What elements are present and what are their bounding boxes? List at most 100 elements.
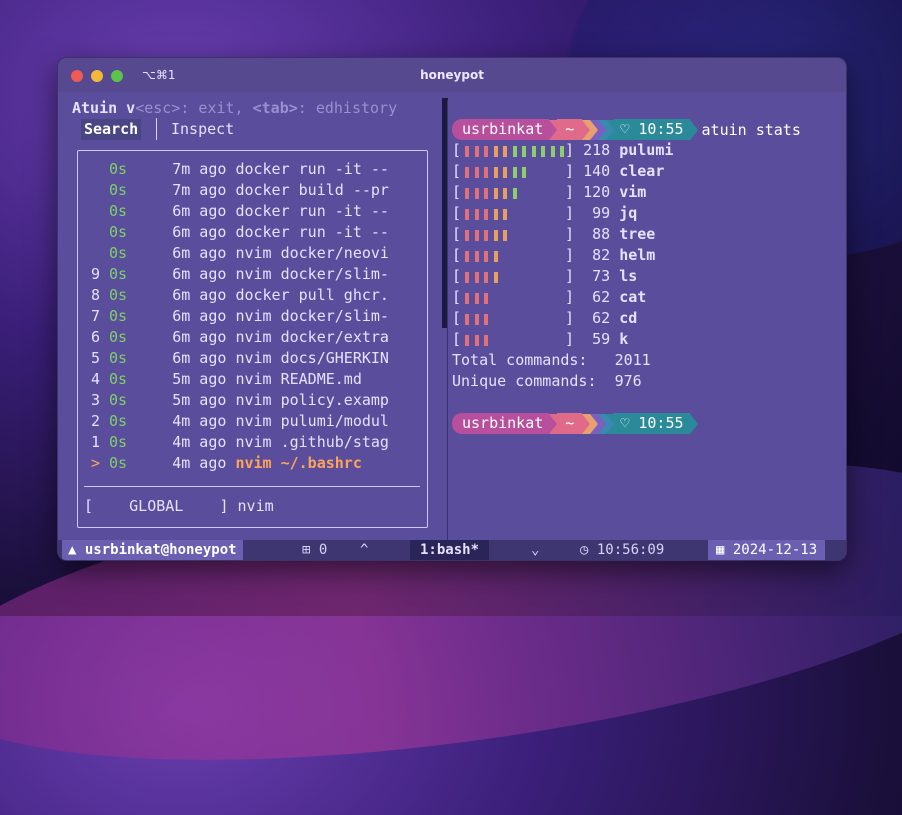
bar-segment bbox=[474, 272, 479, 283]
bar-bracket-open: [ bbox=[452, 204, 462, 222]
history-time-ago: 4m ago bbox=[172, 433, 227, 451]
bar-segment bbox=[474, 167, 479, 178]
history-command: docker run -it -- bbox=[235, 202, 389, 220]
history-row[interactable]: 6 0s 6m ago nvim docker/extra bbox=[91, 327, 389, 348]
tmux-statusbar: ▲ usrbinkat@honeypot ⊞ 0 ^ 1:bash* ⌄ ◷ 1… bbox=[58, 540, 846, 560]
history-time-ago: 5m ago bbox=[172, 370, 227, 388]
usage-bar bbox=[461, 308, 565, 329]
history-duration: 0s bbox=[109, 391, 128, 409]
unique-value: 976 bbox=[614, 372, 642, 390]
stat-row: [] 59 k bbox=[452, 329, 628, 350]
bar-bracket-open: [ bbox=[452, 330, 462, 348]
history-time-ago: 5m ago bbox=[172, 391, 227, 409]
history-duration: 0s bbox=[109, 454, 128, 472]
window-title: honeypot bbox=[420, 68, 484, 82]
bar-bracket-close: ] bbox=[565, 141, 584, 159]
usage-bar bbox=[461, 224, 565, 245]
history-row[interactable]: 5 0s 6m ago nvim docs/GHERKIN bbox=[91, 348, 389, 369]
bar-bracket-open: [ bbox=[452, 246, 462, 264]
tab-inspect[interactable]: Inspect bbox=[171, 119, 234, 140]
history-index: 3 bbox=[91, 391, 101, 409]
history-time-ago: 6m ago bbox=[172, 223, 227, 241]
bar-bracket-open: [ bbox=[452, 288, 462, 306]
tab-search[interactable]: Search bbox=[81, 119, 142, 140]
hint-esc: <esc> bbox=[135, 99, 181, 117]
stat-count: 140 bbox=[583, 162, 611, 180]
history-duration: 0s bbox=[109, 433, 128, 451]
stat-command: jq bbox=[619, 204, 638, 222]
bar-bracket-open: [ bbox=[452, 267, 462, 285]
history-row[interactable]: 0s 6m ago docker run -it -- bbox=[91, 201, 389, 222]
bar-segment bbox=[522, 146, 527, 157]
bar-segment bbox=[484, 272, 489, 283]
history-time-ago: 6m ago bbox=[172, 349, 227, 367]
history-row[interactable]: 0s 7m ago docker run -it -- bbox=[91, 159, 389, 180]
tab-divider bbox=[156, 118, 157, 140]
search-query[interactable]: nvim bbox=[238, 497, 274, 515]
history-index: 2 bbox=[91, 412, 101, 430]
history-command: docker pull ghcr. bbox=[235, 286, 389, 304]
history-list: 0s 7m ago docker run -it -- 0s 7m ago doc… bbox=[77, 150, 428, 528]
stat-command: ls bbox=[619, 267, 638, 285]
history-row[interactable]: 3 0s 5m ago nvim policy.examp bbox=[91, 390, 389, 411]
usage-bar bbox=[461, 203, 565, 224]
history-command: nvim ~/.bashrc bbox=[235, 454, 362, 472]
bar-segment bbox=[465, 167, 470, 178]
prompt-separator bbox=[606, 119, 615, 140]
history-row[interactable]: 0s 7m ago docker build --pr bbox=[91, 180, 389, 201]
usage-bar bbox=[461, 161, 565, 182]
search-bar[interactable]: [ GLOBAL ] nvim bbox=[84, 496, 274, 517]
history-row[interactable]: 2 0s 4m ago nvim pulumi/modul bbox=[91, 411, 389, 432]
bar-segment bbox=[484, 293, 489, 304]
history-duration: 0s bbox=[109, 328, 128, 346]
tmux-window-tab[interactable]: 1:bash* bbox=[410, 540, 490, 560]
chevron-up-icon[interactable]: ^ bbox=[360, 540, 368, 560]
history-row[interactable]: 0s 6m ago docker run -it -- bbox=[91, 222, 389, 243]
bar-bracket-close: ] bbox=[565, 330, 584, 348]
history-command: nvim policy.examp bbox=[235, 391, 389, 409]
history-row[interactable]: 9 0s 6m ago nvim docker/slim- bbox=[91, 264, 389, 285]
filter-mode[interactable]: [ GLOBAL ] bbox=[84, 497, 229, 515]
bar-segment bbox=[484, 314, 489, 325]
usage-bar bbox=[461, 182, 565, 203]
prompt-separator bbox=[590, 413, 599, 434]
bar-segment bbox=[503, 209, 508, 220]
history-row[interactable]: >0s 4m ago nvim ~/.bashrc bbox=[91, 453, 362, 474]
history-command: nvim README.md bbox=[235, 370, 362, 388]
stat-command: clear bbox=[619, 162, 665, 180]
pane-divider[interactable] bbox=[447, 100, 448, 545]
history-duration: 0s bbox=[109, 370, 128, 388]
history-row[interactable]: 8 0s 6m ago docker pull ghcr. bbox=[91, 285, 389, 306]
chevron-down-icon[interactable]: ⌄ bbox=[531, 540, 539, 560]
terminal-window: ⌥⌘1 honeypot Atuin v<esc>: exit, <tab>: … bbox=[57, 57, 847, 561]
history-duration: 0s bbox=[109, 202, 128, 220]
history-index: 1 bbox=[91, 433, 101, 451]
prompt-time: ♡ 10:55 bbox=[614, 119, 690, 140]
bar-segment bbox=[503, 230, 508, 241]
date-display: ▦ 2024-12-13 bbox=[708, 540, 826, 560]
total-value: 2011 bbox=[614, 351, 651, 369]
bar-segment bbox=[465, 335, 470, 346]
history-duration: 0s bbox=[109, 181, 128, 199]
history-row[interactable]: 4 0s 5m ago nvim README.md bbox=[91, 369, 362, 390]
bar-segment bbox=[465, 209, 470, 220]
usage-bar bbox=[461, 329, 565, 350]
bar-segment bbox=[465, 314, 470, 325]
bar-segment bbox=[484, 167, 489, 178]
history-time-ago: 6m ago bbox=[172, 202, 227, 220]
history-index: 4 bbox=[91, 370, 101, 388]
bar-segment bbox=[531, 146, 536, 157]
history-index: 6 bbox=[91, 328, 101, 346]
bar-segment bbox=[474, 335, 479, 346]
stat-count: 218 bbox=[583, 141, 611, 159]
bar-bracket-close: ] bbox=[565, 204, 584, 222]
history-command: nvim docker/slim- bbox=[235, 307, 389, 325]
prompt-dir: ~ bbox=[557, 119, 583, 140]
history-command: docker run -it -- bbox=[235, 223, 389, 241]
history-row[interactable]: 7 0s 6m ago nvim docker/slim- bbox=[91, 306, 389, 327]
history-row[interactable]: 1 0s 4m ago nvim .github/stag bbox=[91, 432, 389, 453]
hint-tab: <tab> bbox=[252, 99, 298, 117]
history-row[interactable]: 0s 6m ago nvim docker/neovi bbox=[91, 243, 389, 264]
bar-segment bbox=[465, 188, 470, 199]
stat-command: k bbox=[619, 330, 629, 348]
